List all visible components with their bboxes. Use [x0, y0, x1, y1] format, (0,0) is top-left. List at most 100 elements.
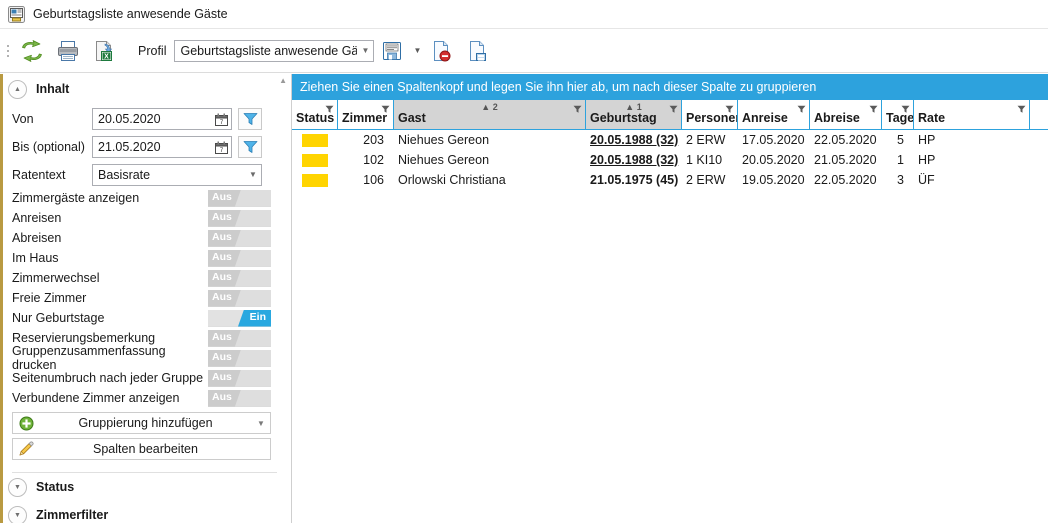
- toggle-row: Anreisen Aus: [0, 208, 291, 228]
- cell-rate: HP: [918, 133, 936, 147]
- panel-header-inhalt[interactable]: ▲ Inhalt: [0, 74, 291, 104]
- cell-zimmer: 203: [363, 133, 384, 147]
- table-row[interactable]: 203 Niehues Gereon 20.05.1988 (32) 2 ERW 17.…: [292, 130, 1048, 150]
- delete-profile-icon[interactable]: [424, 33, 460, 69]
- toggle-state-label: Aus: [212, 390, 232, 403]
- von-value: 20.05.2020: [98, 112, 161, 126]
- grid-column-header-label: Anreise: [742, 111, 788, 125]
- profil-combobox[interactable]: Geburtstagsliste anwesende Gäste ▼: [174, 39, 375, 62]
- von-filter-button[interactable]: [238, 108, 262, 130]
- filter-icon[interactable]: [325, 103, 334, 113]
- grid-column-header-label: Geburtstag: [590, 111, 657, 125]
- filter-icon[interactable]: [901, 103, 910, 113]
- bis-filter-button[interactable]: [238, 136, 262, 158]
- chevron-down-icon[interactable]: ▼: [252, 419, 270, 428]
- bis-label: Bis (optional): [12, 140, 85, 154]
- toggle-row: Abreisen Aus: [0, 228, 291, 248]
- save-dropdown-arrow[interactable]: ▼: [410, 46, 424, 55]
- chevron-up-icon[interactable]: ▲: [8, 79, 27, 99]
- toggle-switch[interactable]: Aus: [208, 349, 271, 367]
- group-drop-bar[interactable]: Ziehen Sie einen Spaltenkopf und legen S…: [292, 74, 1048, 100]
- cell-geburtstag: 20.05.1988 (32): [586, 133, 682, 147]
- svg-text:X: X: [104, 53, 109, 60]
- toggle-switch[interactable]: Aus: [208, 289, 271, 307]
- save-as-icon[interactable]: [460, 33, 496, 69]
- von-input[interactable]: 20.05.2020 7: [92, 108, 232, 130]
- filter-icon[interactable]: [381, 103, 390, 113]
- chevron-down-icon[interactable]: ▼: [8, 477, 27, 497]
- birthday-value: 20.05.1988 (32): [590, 133, 679, 147]
- toggle-switch[interactable]: Aus: [208, 389, 271, 407]
- grid-column-header-abreise[interactable]: Abreise: [810, 100, 882, 129]
- toggle-switch[interactable]: Aus: [208, 329, 271, 347]
- field-row-bis: Bis (optional) 21.05.2020 7: [0, 134, 291, 160]
- filter-icon[interactable]: [797, 103, 806, 113]
- toggle-switch[interactable]: Aus: [208, 369, 271, 387]
- cell-tage: 5: [897, 133, 904, 147]
- sort-order-number: 1: [636, 102, 642, 112]
- toggle-switch[interactable]: Aus: [208, 249, 271, 267]
- bis-input[interactable]: 21.05.2020 7: [92, 136, 232, 158]
- save-icon[interactable]: [374, 33, 410, 69]
- von-label: Von: [12, 112, 34, 126]
- grid-column-header-zimmer[interactable]: Zimmer: [338, 100, 394, 129]
- sidebar-section-status[interactable]: ▼ Status: [0, 473, 291, 501]
- ratentext-combobox[interactable]: Basisrate ▼: [92, 164, 262, 186]
- print-icon[interactable]: [50, 33, 86, 69]
- toggle-row: Gruppenzusammenfassung drucken Aus: [0, 344, 291, 372]
- toggle-switch[interactable]: Aus: [208, 209, 271, 227]
- toggle-state-label: Aus: [212, 330, 232, 343]
- toggle-list: Zimmergäste anzeigen Aus Anreisen Aus Abreis…: [0, 188, 291, 408]
- grid-column-header-status[interactable]: Status: [292, 100, 338, 129]
- chevron-down-icon[interactable]: ▼: [245, 171, 261, 179]
- toolbar-grip[interactable]: [4, 38, 12, 64]
- grid-column-header-anreise[interactable]: Anreise: [738, 100, 810, 129]
- cell-abreise: 22.05.2020: [814, 173, 877, 187]
- filter-icon[interactable]: [725, 103, 734, 113]
- grid-column-header-rate[interactable]: Rate: [914, 100, 1030, 129]
- sidebar-section-zimmerfilter[interactable]: ▼ Zimmerfilter: [0, 501, 291, 523]
- ratentext-label: Ratentext: [12, 168, 66, 182]
- toggle-label: Freie Zimmer: [12, 291, 87, 305]
- chevron-down-icon[interactable]: ▼: [357, 46, 373, 55]
- sidebar-scroll-up-icon[interactable]: ▲: [279, 76, 287, 85]
- toggle-state-label: Aus: [212, 250, 232, 263]
- cell-status: [292, 153, 338, 167]
- toggle-label: Zimmerwechsel: [12, 271, 100, 285]
- chevron-down-icon[interactable]: ▼: [8, 505, 27, 523]
- sidebar-sections: ▼ Status ▼ Zimmerfilter: [0, 473, 291, 523]
- toggle-state-label: Ein: [249, 310, 266, 323]
- filter-icon[interactable]: [573, 103, 582, 113]
- toggle-label: Verbundene Zimmer anzeigen: [12, 391, 180, 405]
- grid-column-header-tage[interactable]: Tage: [882, 100, 914, 129]
- filter-icon[interactable]: [669, 103, 678, 113]
- toggle-switch[interactable]: Aus: [208, 229, 271, 247]
- toggle-switch[interactable]: Aus: [208, 189, 271, 207]
- grid-column-header-geburtstag[interactable]: ▲ 1 Geburtstag: [586, 100, 682, 129]
- excel-export-icon[interactable]: X: [86, 33, 122, 69]
- table-row[interactable]: 106 Orlowski Christiana 21.05.1975 (45) 2 E…: [292, 170, 1048, 190]
- calendar-icon[interactable]: 7: [211, 141, 231, 154]
- toggle-label: Im Haus: [12, 251, 59, 265]
- grid-column-header-personen[interactable]: Personen: [682, 100, 738, 129]
- cell-personen: 1 KI10: [686, 153, 723, 167]
- cell-tage: 1: [897, 153, 904, 167]
- toggle-label: Zimmergäste anzeigen: [12, 191, 140, 205]
- sort-order-number: 2: [492, 102, 498, 112]
- table-row[interactable]: 102 Niehues Gereon 20.05.1988 (32) 1 KI10 20…: [292, 150, 1048, 170]
- birthday-value: 20.05.1988 (32): [590, 153, 679, 167]
- toggle-switch[interactable]: Aus: [208, 269, 271, 287]
- calendar-icon[interactable]: 7: [211, 113, 231, 126]
- sidebar-button-gruppierung-hinzufuegen[interactable]: Gruppierung hinzufügen ▼: [12, 412, 271, 434]
- toggle-switch[interactable]: Ein: [208, 309, 271, 327]
- sidebar-button-spalten-bearbeiten[interactable]: Spalten bearbeiten: [12, 438, 271, 460]
- grid-header-row: Status Zimmer ▲ 2 Gast ▲ 1 Geburtstag Personen…: [292, 100, 1048, 130]
- cell-status: [292, 133, 338, 147]
- toggle-state-label: Aus: [212, 290, 232, 303]
- filter-icon[interactable]: [1017, 103, 1026, 113]
- grid-column-header-gast[interactable]: ▲ 2 Gast: [394, 100, 586, 129]
- toggle-row: Im Haus Aus: [0, 248, 291, 268]
- filter-icon[interactable]: [869, 103, 878, 113]
- refresh-icon[interactable]: [14, 33, 50, 69]
- toggle-row: Zimmergäste anzeigen Aus: [0, 188, 291, 208]
